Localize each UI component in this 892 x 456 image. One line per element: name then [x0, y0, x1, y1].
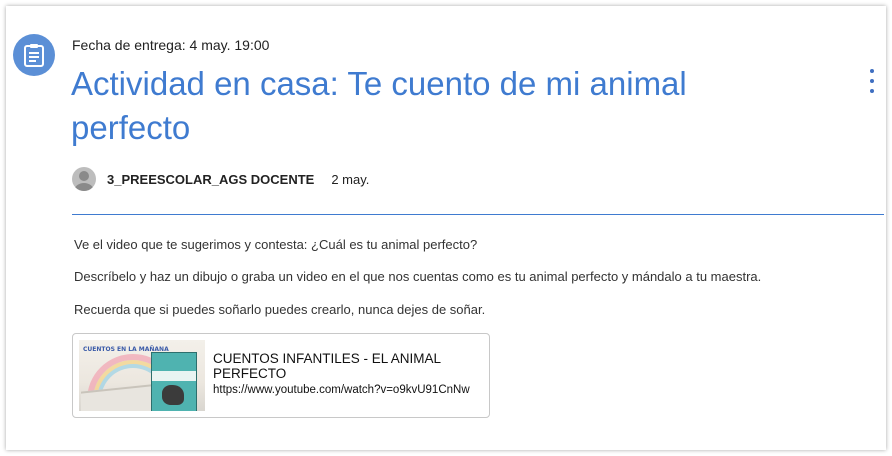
divider	[72, 214, 884, 215]
posted-date: 2 may.	[331, 171, 370, 187]
author-row: 3_PREESCOLAR_AGS DOCENTE 2 may.	[72, 166, 369, 192]
video-attachment[interactable]: CUENTOS EN LA MAÑANA CUENTOS INFANTILES …	[72, 333, 490, 418]
instruction-paragraph: Descríbelo y haz un dibujo o graba un vi…	[74, 269, 762, 284]
assignment-icon	[13, 34, 55, 76]
author-name: 3_PREESCOLAR_AGS DOCENTE	[107, 171, 315, 187]
attachment-title[interactable]: CUENTOS INFANTILES - EL ANIMAL PERFECTO	[213, 351, 489, 381]
more-vert-icon[interactable]	[866, 69, 878, 93]
due-date: Fecha de entrega: 4 may. 19:00	[72, 37, 270, 53]
attachment-url[interactable]: https://www.youtube.com/watch?v=o9kvU91C…	[213, 384, 470, 396]
avatar[interactable]	[72, 167, 96, 191]
page-title: Actividad en casa: Te cuento de mi anima…	[71, 65, 687, 146]
book-cover-image	[151, 352, 197, 411]
video-thumbnail[interactable]: CUENTOS EN LA MAÑANA	[79, 340, 205, 411]
instruction-paragraph: Ve el video que te sugerimos y contesta:…	[74, 237, 478, 252]
instruction-paragraph: Recuerda que si puedes soñarlo puedes cr…	[74, 302, 486, 317]
